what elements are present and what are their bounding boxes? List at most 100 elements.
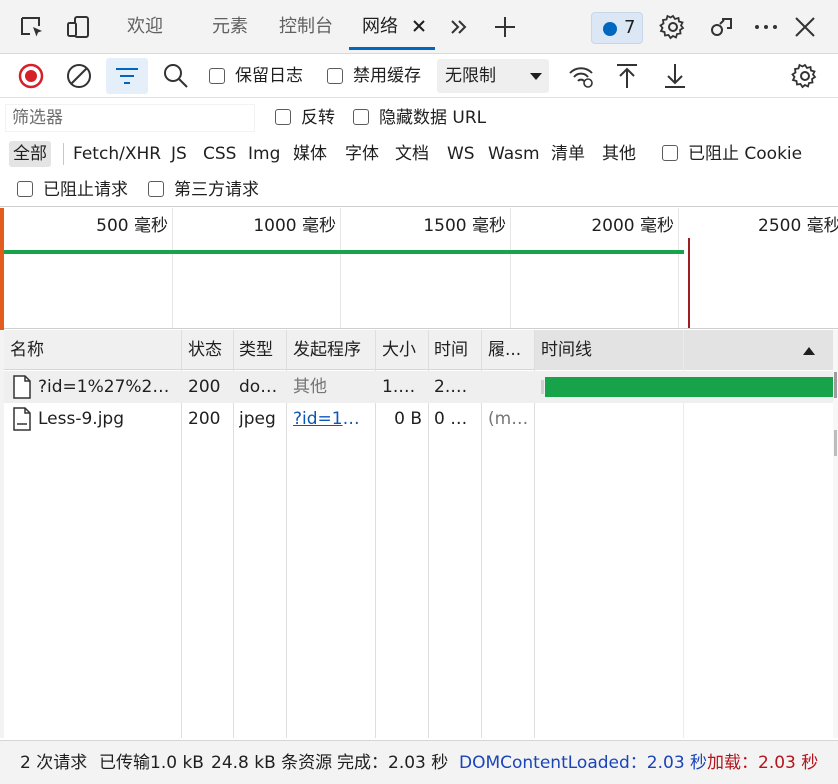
overview-tick-label: 1000 毫秒 (253, 216, 336, 236)
customize-icon[interactable] (707, 13, 735, 41)
load-time: 加载：2.03 秒 (707, 753, 819, 773)
column-header-waterfall[interactable]: 时间线 (535, 330, 838, 370)
invert-label[interactable]: 反转 (301, 106, 335, 130)
request-initiator-link[interactable]: ?id=1%27%20and%201=1 (293, 403, 371, 435)
search-icon[interactable] (161, 61, 191, 91)
overview-gridline (678, 208, 679, 328)
export-har-icon[interactable] (660, 61, 690, 91)
third-party-label[interactable]: 第三方请求 (174, 178, 259, 202)
blocked-requests-label[interactable]: 已阻止请求 (43, 178, 128, 202)
type-filter-img[interactable]: Img (248, 141, 280, 167)
finish-time: 完成：2.03 秒 (337, 753, 449, 773)
type-filter-wasm[interactable]: Wasm (488, 141, 540, 167)
import-har-icon[interactable] (612, 61, 642, 91)
overview-tick-label: 500 毫秒 (96, 216, 168, 236)
add-tab-icon[interactable] (491, 13, 519, 41)
network-overview[interactable]: 500 毫秒 1000 毫秒 1500 毫秒 2000 毫秒 2500 毫秒 (4, 208, 838, 329)
clear-icon[interactable] (64, 61, 94, 91)
summary-bar: 2 次请求 已传输1.0 kB 24.8 kB 条资源 完成：2.03 秒 DO… (0, 740, 838, 784)
tab-welcome[interactable]: 欢迎 (127, 0, 163, 54)
filter-bar: 反转 隐藏数据 URL 全部 Fetch/XHR JS CSS Img 媒体 字… (0, 99, 838, 207)
request-status: 200 (188, 409, 221, 429)
invert-checkbox[interactable] (275, 109, 291, 125)
filter-input[interactable] (5, 104, 255, 132)
type-filter-ws[interactable]: WS (447, 141, 475, 167)
document-file-icon (12, 375, 32, 399)
domcontentloaded-time: DOMContentLoaded：2.03 秒 (459, 753, 708, 773)
issues-count: 7 (624, 17, 636, 38)
type-filter-doc[interactable]: 文档 (395, 141, 429, 167)
hide-data-urls-checkbox[interactable] (353, 109, 369, 125)
column-header-time[interactable]: 时间 (428, 330, 481, 370)
overview-gridline (172, 208, 173, 328)
scrollbar-marker (834, 430, 837, 456)
waterfall-request-bar[interactable] (545, 377, 838, 397)
sort-ascending-icon[interactable] (803, 347, 815, 355)
settings-icon[interactable] (659, 13, 687, 41)
image-file-icon (12, 407, 32, 431)
type-filter-font[interactable]: 字体 (345, 141, 379, 167)
filter-icon (114, 65, 140, 87)
filter-toggle-button[interactable] (106, 58, 148, 94)
more-tabs-icon[interactable] (445, 13, 473, 41)
request-initiator: 其他 (293, 377, 327, 397)
hide-data-urls-label[interactable]: 隐藏数据 URL (379, 106, 486, 130)
tab-console[interactable]: 控制台 (279, 0, 333, 54)
transferred-size: 已传输1.0 kB (99, 753, 204, 773)
table-row[interactable]: Less-9.jpg 200 jpeg ?id=1%27%20and%201=1… (4, 403, 838, 435)
devtools-tab-bar: 欢迎 元素 控制台 网络 7 (0, 0, 838, 54)
column-header-type[interactable]: 类型 (233, 330, 287, 370)
blocked-cookies-label[interactable]: 已阻止 Cookie (688, 142, 802, 166)
type-filter-fetch-xhr[interactable]: Fetch/XHR (73, 141, 161, 167)
issues-badge[interactable]: 7 (591, 12, 643, 44)
inspect-element-icon[interactable] (18, 13, 46, 41)
request-name: ?id=1%27%20and%201=1 (38, 377, 178, 397)
request-count: 2 次请求 (20, 753, 88, 773)
tab-elements[interactable]: 元素 (212, 0, 248, 54)
type-filter-divider (63, 143, 64, 165)
type-filter-other[interactable]: 其他 (602, 141, 636, 167)
type-filter-js[interactable]: JS (171, 141, 187, 167)
close-tab-icon[interactable] (410, 17, 428, 35)
preserve-log-label[interactable]: 保留日志 (235, 64, 303, 88)
column-header-name[interactable]: 名称 (4, 330, 180, 370)
network-toolbar: 保留日志 禁用缓存 无限制 (0, 55, 838, 98)
close-devtools-icon[interactable] (791, 13, 819, 41)
type-filter-css[interactable]: CSS (203, 141, 236, 167)
request-fulfilled-by (488, 371, 530, 403)
table-header: 名称 状态 类型 发起程序 大小 时间 履... 时间线 (4, 330, 838, 370)
disable-cache-checkbox[interactable] (327, 68, 343, 84)
record-icon[interactable] (16, 61, 46, 91)
overview-tick-label: 2500 毫秒 (758, 216, 838, 236)
chevron-down-icon (530, 73, 542, 80)
column-header-status[interactable]: 状态 (182, 330, 234, 370)
blocked-requests-checkbox[interactable] (17, 181, 33, 197)
column-header-fulfilled-by[interactable]: 履... (482, 330, 534, 370)
type-filter-media[interactable]: 媒体 (293, 141, 327, 167)
request-fulfilled-by: (memory cache) (488, 409, 530, 429)
active-tab-indicator (349, 47, 435, 50)
device-emulation-icon[interactable] (65, 13, 93, 41)
request-size: 0 B (394, 409, 422, 429)
issues-icon (603, 22, 617, 36)
overview-tick-label: 2000 毫秒 (591, 216, 674, 236)
request-time: 2.03 s (434, 377, 474, 397)
tab-network[interactable]: 网络 (362, 0, 398, 54)
load-event-marker (688, 238, 690, 328)
column-header-size[interactable]: 大小 (376, 330, 429, 370)
disable-cache-label[interactable]: 禁用缓存 (353, 64, 421, 88)
request-time: 0 ms (434, 409, 474, 429)
request-status: 200 (188, 377, 221, 397)
throttling-select[interactable]: 无限制 (437, 59, 549, 93)
preserve-log-checkbox[interactable] (209, 68, 225, 84)
type-filter-manifest[interactable]: 清单 (551, 141, 585, 167)
overview-gridline (340, 208, 341, 328)
blocked-cookies-checkbox[interactable] (662, 145, 678, 161)
network-conditions-icon[interactable] (566, 61, 596, 91)
network-settings-icon[interactable] (790, 61, 820, 91)
more-options-icon[interactable] (752, 13, 780, 41)
column-header-initiator[interactable]: 发起程序 (287, 330, 376, 370)
resources-size: 24.8 kB 条资源 (211, 753, 333, 773)
third-party-checkbox[interactable] (148, 181, 164, 197)
type-filter-all[interactable]: 全部 (9, 141, 51, 167)
